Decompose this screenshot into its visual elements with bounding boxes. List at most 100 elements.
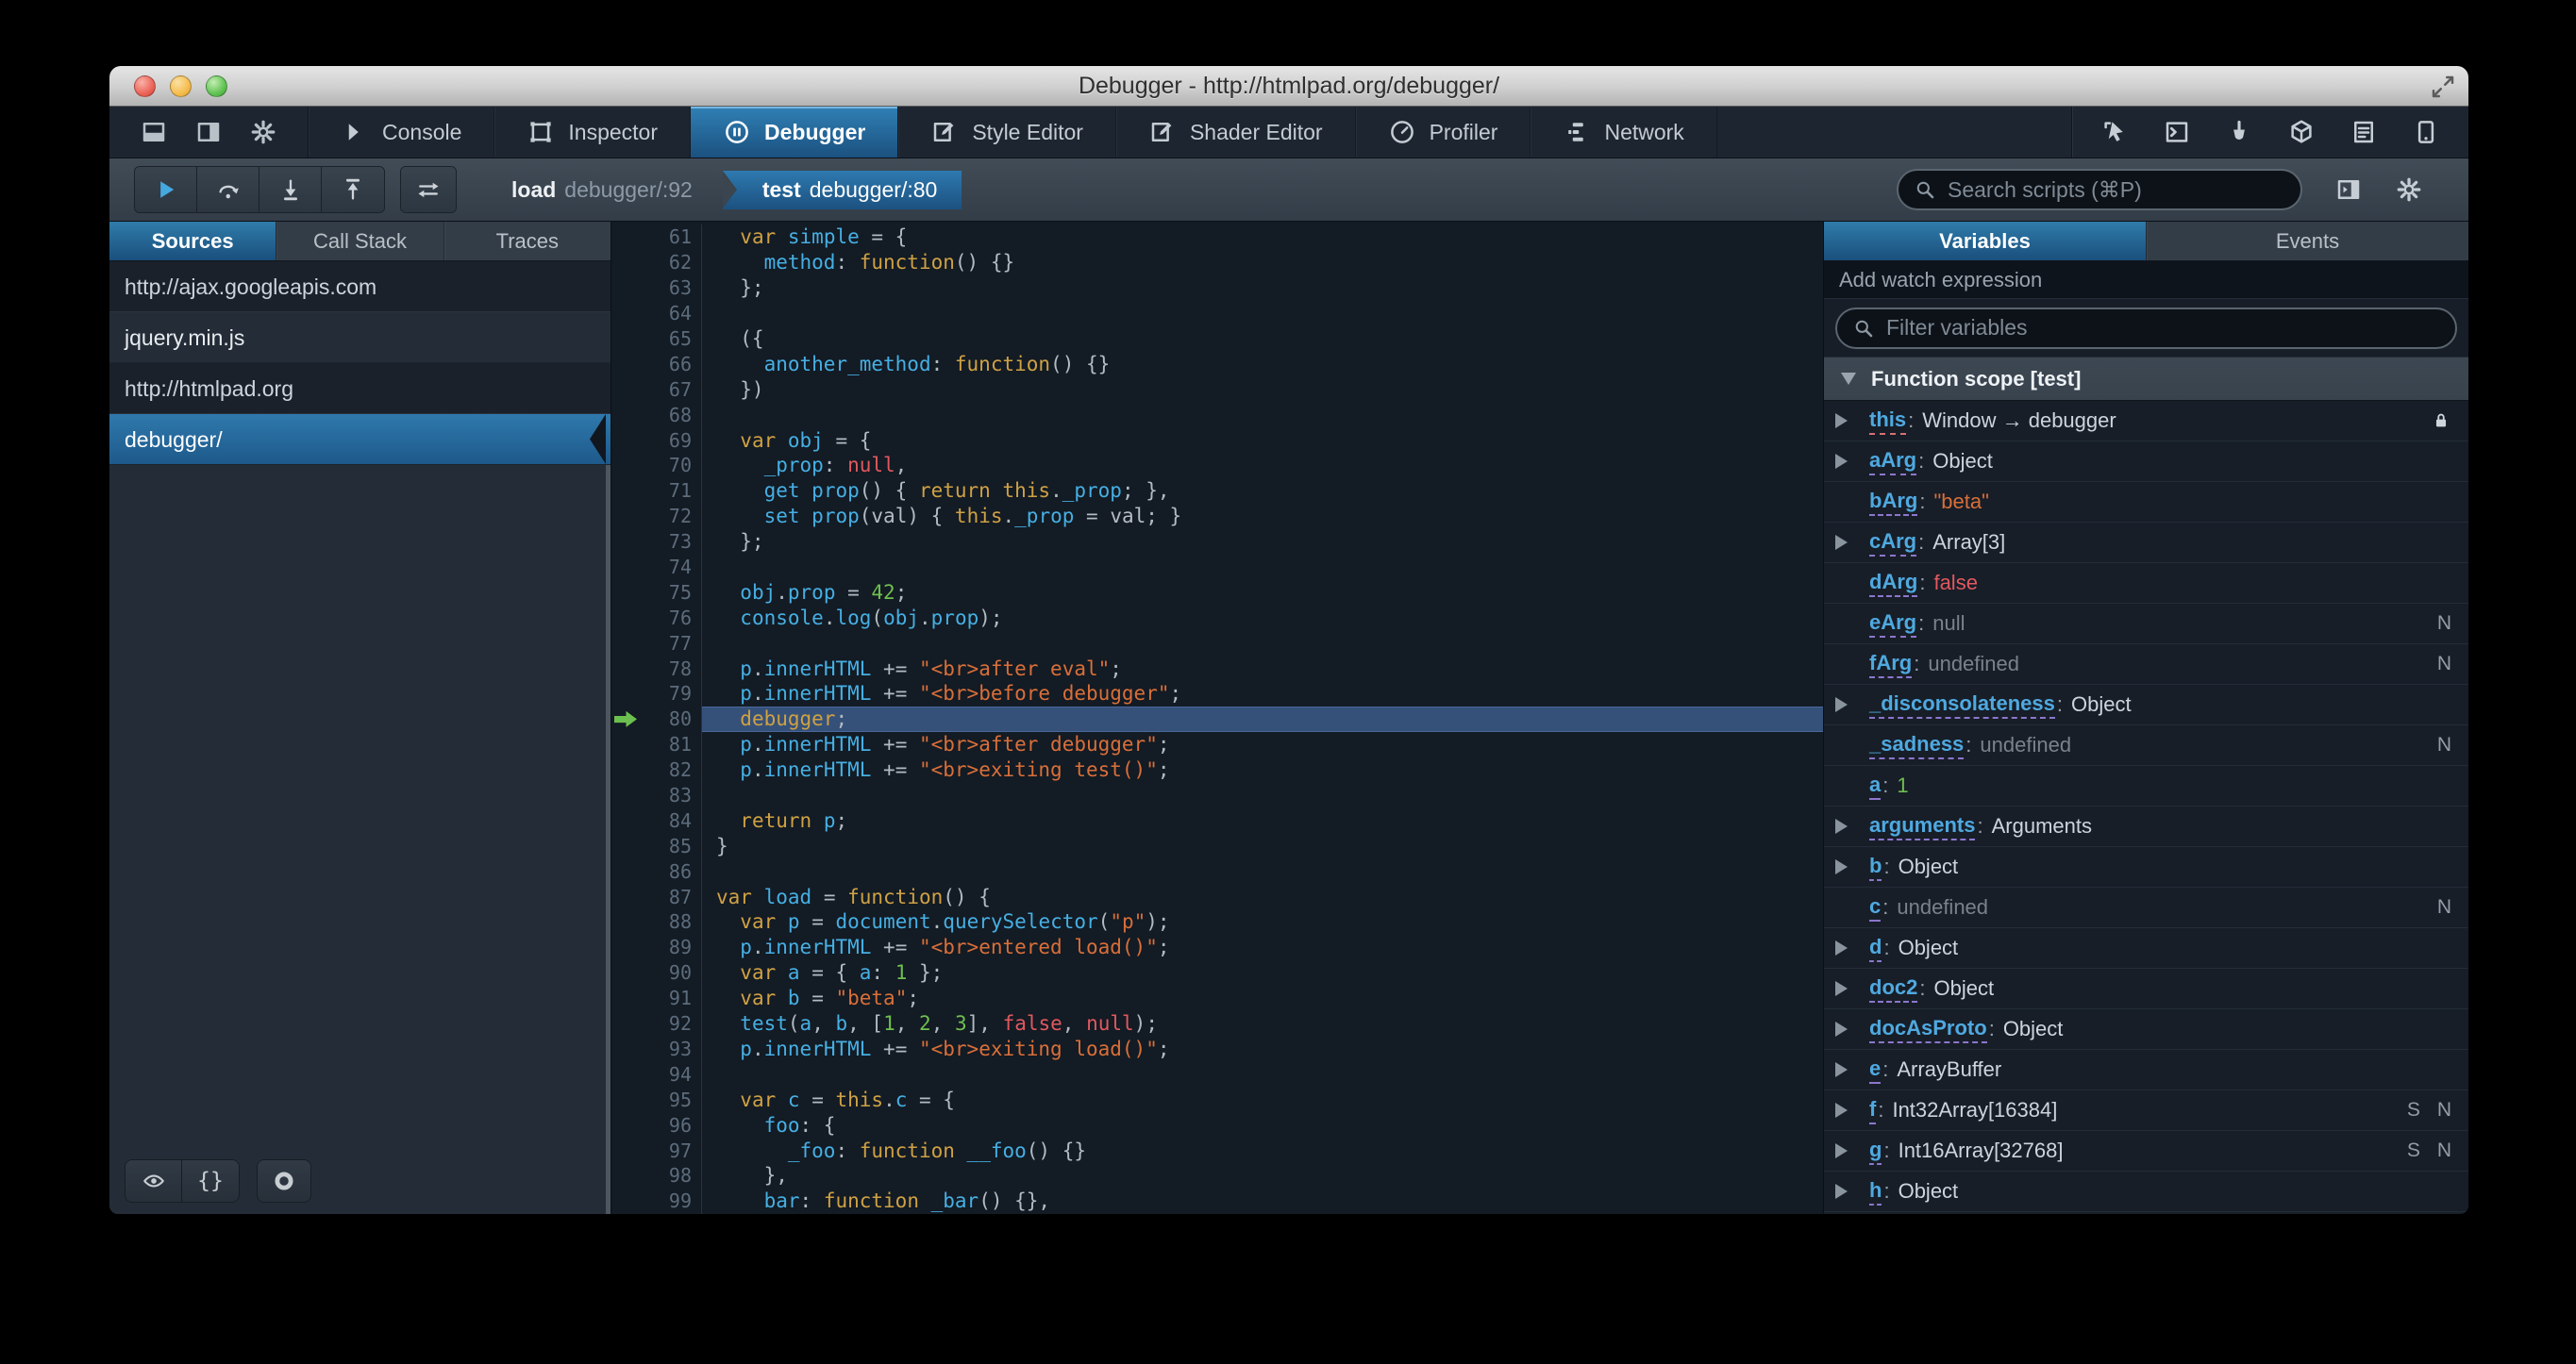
- variable-row[interactable]: e ArrayBuffer: [1824, 1050, 2468, 1090]
- scope-header[interactable]: Function scope [test]: [1824, 358, 2468, 401]
- variable-name[interactable]: f: [1869, 1097, 1877, 1124]
- breakpoint-margin[interactable]: [611, 833, 640, 858]
- variable-name[interactable]: doc2: [1869, 975, 1918, 1003]
- toggle-breakpoints-button[interactable]: [258, 1160, 310, 1202]
- blackbox-eye-button[interactable]: [125, 1160, 182, 1202]
- variable-row[interactable]: aArg Object: [1824, 441, 2468, 482]
- variables-tab-variables[interactable]: Variables: [1824, 222, 2147, 260]
- variable-name[interactable]: a: [1869, 773, 1882, 800]
- variable-name[interactable]: _disconsolateness: [1869, 691, 2055, 719]
- line-number[interactable]: 97: [640, 1139, 701, 1162]
- line-number[interactable]: 63: [640, 276, 701, 299]
- code-line[interactable]: 80 debugger;: [611, 706, 1823, 732]
- breakpoint-margin[interactable]: [611, 504, 640, 529]
- breakpoint-margin[interactable]: [611, 986, 640, 1011]
- variable-row[interactable]: fArg undefined N: [1824, 644, 2468, 685]
- breakpoint-margin[interactable]: [611, 579, 640, 605]
- variable-name[interactable]: bArg: [1869, 489, 1918, 516]
- tab-shader-editor[interactable]: Shader Editor: [1116, 107, 1356, 158]
- sources-tab-sources[interactable]: Sources: [109, 222, 277, 260]
- variable-row[interactable]: bArg "beta": [1824, 482, 2468, 523]
- variable-name[interactable]: h: [1869, 1178, 1882, 1206]
- tab-network[interactable]: Network: [1531, 107, 1717, 158]
- variable-value[interactable]: Window → debugger: [1922, 408, 2116, 433]
- variable-value[interactable]: false: [1933, 571, 1977, 595]
- breakpoint-margin[interactable]: [611, 1087, 640, 1112]
- line-number[interactable]: 90: [640, 961, 701, 984]
- breakpoint-margin[interactable]: [611, 858, 640, 884]
- line-number[interactable]: 95: [640, 1089, 701, 1111]
- debugger-settings-gear-icon[interactable]: [2395, 175, 2423, 204]
- code-line[interactable]: 63 };: [611, 274, 1823, 301]
- variable-name[interactable]: dArg: [1869, 570, 1918, 597]
- line-number[interactable]: 80: [640, 707, 701, 730]
- breakpoint-margin[interactable]: [611, 1112, 640, 1138]
- variable-name[interactable]: b: [1869, 854, 1882, 881]
- variable-row[interactable]: docAsProto Object: [1824, 1009, 2468, 1050]
- code-line[interactable]: 85}: [611, 833, 1823, 859]
- variable-value[interactable]: "beta": [1933, 490, 1988, 514]
- script-search-input[interactable]: [1948, 176, 2285, 203]
- line-number[interactable]: 72: [640, 505, 701, 527]
- code-line[interactable]: 97 _foo: function __foo() {}: [611, 1138, 1823, 1163]
- breakpoint-margin[interactable]: [611, 427, 640, 453]
- add-watch-expression[interactable]: Add watch expression: [1824, 261, 2468, 299]
- breakpoint-margin[interactable]: [611, 1163, 640, 1189]
- code-line[interactable]: 70 _prop: null,: [611, 453, 1823, 478]
- pick-element-icon[interactable]: [2100, 118, 2129, 146]
- breakpoint-margin[interactable]: [611, 1138, 640, 1163]
- code-line[interactable]: 65 ({: [611, 325, 1823, 352]
- breakpoint-margin[interactable]: [611, 555, 640, 580]
- variable-row[interactable]: a1: [1824, 766, 2468, 807]
- line-number[interactable]: 65: [640, 327, 701, 350]
- code-line[interactable]: 86: [611, 858, 1823, 885]
- expand-cell[interactable]: [1835, 413, 1869, 428]
- breakpoint-margin[interactable]: [611, 807, 640, 833]
- code-line[interactable]: 83: [611, 782, 1823, 808]
- code-line[interactable]: 99 bar: function _bar() {},: [611, 1188, 1823, 1214]
- dock-side-icon[interactable]: [194, 118, 223, 146]
- variables-tab-events[interactable]: Events: [2147, 222, 2468, 260]
- blackbox-button[interactable]: [401, 167, 456, 212]
- code-line[interactable]: 73 };: [611, 528, 1823, 555]
- code-line[interactable]: 76 console. log(obj. prop);: [611, 605, 1823, 631]
- breakpoint-margin[interactable]: [611, 529, 640, 555]
- line-number[interactable]: 94: [640, 1063, 701, 1086]
- breakpoint-margin[interactable]: [611, 402, 640, 427]
- gear-icon[interactable]: [249, 118, 277, 146]
- tab-style-editor[interactable]: Style Editor: [898, 107, 1116, 158]
- resize-grip-icon[interactable]: [2429, 73, 2457, 101]
- code-line[interactable]: 87 var load = function() {: [611, 884, 1823, 910]
- line-number[interactable]: 87: [640, 886, 701, 908]
- expand-cell[interactable]: [1835, 454, 1869, 469]
- stack-frame-0[interactable]: load debugger/:92: [500, 177, 704, 203]
- breakpoint-margin[interactable]: [611, 630, 640, 656]
- line-number[interactable]: 69: [640, 429, 701, 452]
- breakpoint-margin[interactable]: [611, 960, 640, 986]
- expand-cell[interactable]: [1835, 1184, 1869, 1199]
- tab-profiler[interactable]: Profiler: [1356, 107, 1531, 158]
- line-number[interactable]: 74: [640, 556, 701, 578]
- code-line[interactable]: 89 p. innerHTML += "<br>entered load()";: [611, 934, 1823, 960]
- variable-name[interactable]: c: [1869, 894, 1882, 922]
- code-line[interactable]: 69 var obj = {: [611, 427, 1823, 454]
- breakpoint-margin[interactable]: [611, 376, 640, 402]
- pretty-print-button[interactable]: {}: [182, 1160, 239, 1202]
- line-number[interactable]: 68: [640, 404, 701, 426]
- variable-row[interactable]: arguments Arguments: [1824, 807, 2468, 847]
- variable-row[interactable]: this Window → debugger: [1824, 401, 2468, 441]
- line-number[interactable]: 61: [640, 225, 701, 248]
- code-line[interactable]: 94: [611, 1061, 1823, 1088]
- line-number[interactable]: 86: [640, 860, 701, 883]
- breakpoint-margin[interactable]: [611, 757, 640, 783]
- expand-cell[interactable]: [1835, 859, 1869, 874]
- code-line[interactable]: 91 var b = "beta";: [611, 985, 1823, 1011]
- expand-cell[interactable]: [1835, 1062, 1869, 1077]
- step-over-button[interactable]: [197, 167, 259, 212]
- line-number[interactable]: 75: [640, 581, 701, 604]
- sources-tab-call-stack[interactable]: Call Stack: [276, 222, 444, 260]
- breakpoint-margin[interactable]: [611, 1189, 640, 1214]
- paintbrush-icon[interactable]: [2225, 118, 2253, 146]
- line-number[interactable]: 81: [640, 733, 701, 756]
- breakpoint-margin[interactable]: [611, 1061, 640, 1087]
